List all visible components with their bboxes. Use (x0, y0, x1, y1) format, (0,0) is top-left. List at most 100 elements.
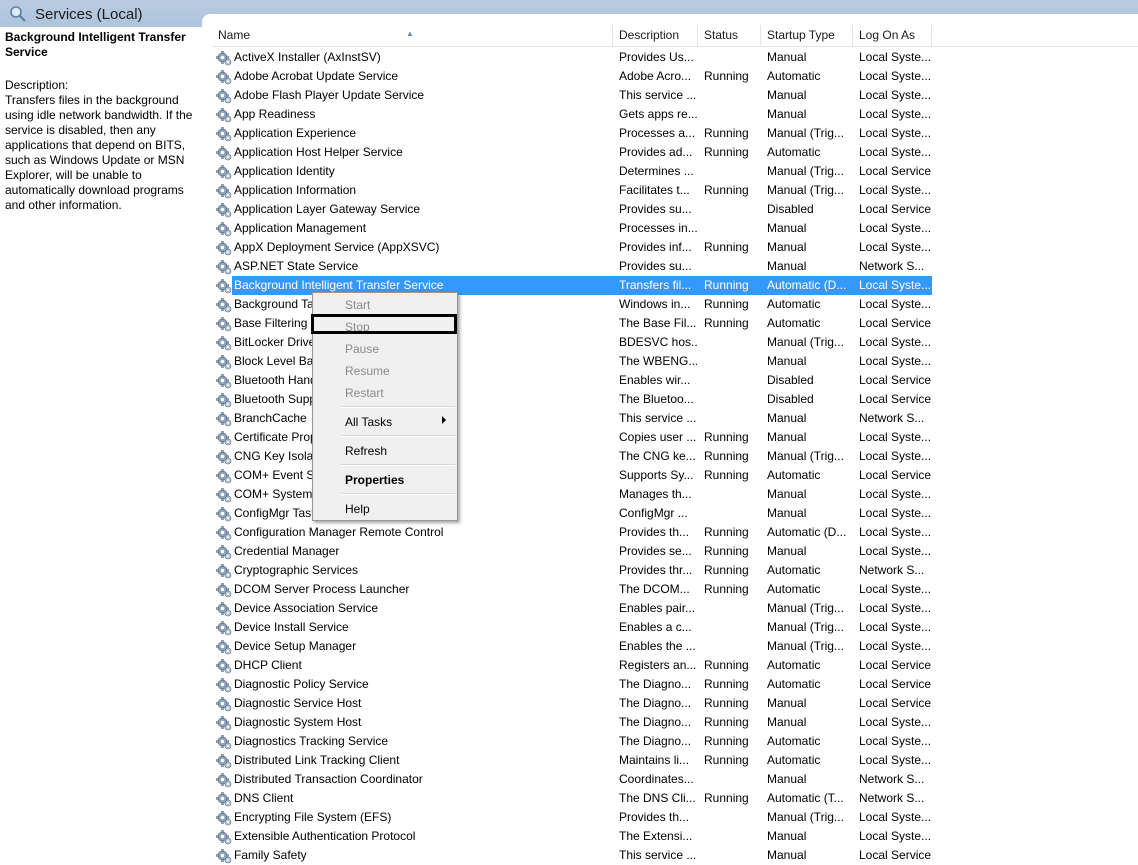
service-log-on-as: Local Syste... (859, 544, 932, 558)
service-status (704, 808, 764, 827)
service-description: This service ... (619, 88, 697, 102)
table-row[interactable]: Distributed Transaction Coordinator Coord… (212, 770, 1138, 789)
column-header-startup-type[interactable]: Startup Type (761, 25, 853, 46)
service-log-on-as: Local Syste... (859, 430, 932, 444)
column-header-status[interactable]: Status (698, 25, 761, 46)
menu-item-properties[interactable]: Properties (345, 472, 404, 488)
table-row[interactable]: ASP.NET State Service Provides su... Manua… (212, 257, 1138, 276)
service-description: Provides thr... (619, 563, 693, 577)
service-startup-type: Manual (Trig... (767, 126, 844, 140)
service-status: Running (704, 582, 749, 596)
service-startup-type: Manual (767, 848, 807, 862)
service-status: Running (704, 715, 749, 729)
table-header: Name ▲ Description Status Startup Type L… (212, 25, 1138, 47)
table-row[interactable]: Device Install Service Enables a c... Manu… (212, 618, 1138, 637)
column-header-name[interactable]: Name ▲ (212, 25, 613, 46)
service-log-on-as: Local Syste... (859, 582, 932, 596)
table-row[interactable]: DNS Client The DNS Cli... Running Automatic… (212, 789, 1138, 808)
service-startup-type: Manual (767, 259, 807, 273)
service-description: Enables pair... (619, 601, 696, 615)
service-status (704, 599, 764, 618)
service-startup-type: Automatic (767, 69, 821, 83)
menu-item-pause[interactable]: Pause (345, 341, 379, 357)
table-row[interactable]: ActiveX Installer (AxInstSV) Provides Us.… (212, 48, 1138, 67)
service-status (704, 48, 764, 67)
service-description: Processes in... (619, 221, 697, 235)
service-description: ConfigMgr ... (619, 506, 688, 520)
service-name: Adobe Flash Player Update Service (234, 88, 425, 102)
table-row[interactable]: DHCP Client Registers an... Running Automat… (212, 656, 1138, 675)
table-row[interactable]: Application Experience Processes a... Runn… (212, 124, 1138, 143)
table-row[interactable]: Diagnostic Policy Service The Diagno... Ru… (212, 675, 1138, 694)
service-description: The Base Fil... (619, 316, 697, 330)
table-row[interactable]: Application Identity Determines ... Manual… (212, 162, 1138, 181)
service-description: The CNG ke... (619, 449, 696, 463)
service-name: Family Safety (234, 848, 307, 862)
table-row[interactable]: Encrypting File System (EFS) Provides th.… (212, 808, 1138, 827)
table-row[interactable]: Configuration Manager Remote Control Prov… (212, 523, 1138, 542)
service-startup-type: Automatic (767, 677, 821, 691)
service-startup-type: Manual (767, 221, 807, 235)
service-name: App Readiness (234, 107, 316, 121)
table-row[interactable]: DCOM Server Process Launcher The DCOM... R… (212, 580, 1138, 599)
column-header-description[interactable]: Description (613, 25, 698, 46)
service-log-on-as: Local Service (859, 202, 932, 216)
table-row[interactable]: Diagnostics Tracking Service The Diagno..… (212, 732, 1138, 751)
service-startup-type: Manual (Trig... (767, 601, 844, 615)
table-row[interactable]: Credential Manager Provides se... Running M… (212, 542, 1138, 561)
service-name: Extensible Authentication Protocol (234, 829, 416, 843)
service-startup-type: Manual (Trig... (767, 639, 844, 653)
table-row[interactable]: Diagnostic System Host The Diagno... Runni… (212, 713, 1138, 732)
table-row[interactable]: Extensible Authentication Protocol The Ex… (212, 827, 1138, 846)
service-gear-icon (216, 259, 232, 275)
service-name: Device Setup Manager (234, 639, 357, 653)
table-row[interactable]: Device Setup Manager Enables the ... Manua… (212, 637, 1138, 656)
service-log-on-as: Local Syste... (859, 221, 932, 235)
table-row[interactable]: Device Association Service Enables pair..… (212, 599, 1138, 618)
service-description: The Diagno... (619, 696, 692, 710)
service-gear-icon (216, 753, 232, 769)
service-log-on-as: Local Syste... (859, 50, 932, 64)
table-row[interactable]: Adobe Acrobat Update Service Adobe Acro..… (212, 67, 1138, 86)
service-description: Gets apps re... (619, 107, 697, 121)
table-row[interactable]: Cryptographic Services Provides thr... Run… (212, 561, 1138, 580)
table-row[interactable]: AppX Deployment Service (AppXSVC) Provide… (212, 238, 1138, 257)
service-log-on-as: Local Service (859, 848, 932, 862)
service-status (704, 390, 764, 409)
menu-item-start[interactable]: Start (345, 297, 370, 313)
service-log-on-as: Local Syste... (859, 601, 932, 615)
column-header-log-on-as[interactable]: Log On As (853, 25, 932, 46)
service-description: Supports Sy... (619, 468, 694, 482)
table-row[interactable]: App Readiness Gets apps re... Manual Local … (212, 105, 1138, 124)
table-row[interactable]: Family Safety This service ... Manual Local… (212, 846, 1138, 865)
menu-item-refresh[interactable]: Refresh (345, 443, 387, 459)
service-description: Provides th... (619, 525, 690, 539)
service-name: Application Layer Gateway Service (234, 202, 421, 216)
service-description: The WBENG... (619, 354, 697, 368)
menu-item-resume[interactable]: Resume (345, 363, 390, 379)
service-description: Provides inf... (619, 240, 692, 254)
service-name: Diagnostics Tracking Service (234, 734, 389, 748)
table-row[interactable]: Adobe Flash Player Update Service This se… (212, 86, 1138, 105)
table-row[interactable]: Application Information Facilitates t... R… (212, 181, 1138, 200)
menu-item-restart[interactable]: Restart (345, 385, 384, 401)
service-gear-icon (216, 240, 232, 256)
menu-item-help[interactable]: Help (345, 501, 370, 517)
service-log-on-as: Local Syste... (859, 240, 932, 254)
table-row[interactable]: Application Host Helper Service Provides … (212, 143, 1138, 162)
table-row[interactable]: Application Layer Gateway Service Provide… (212, 200, 1138, 219)
service-description: The Diagno... (619, 715, 692, 729)
service-description: This service ... (619, 411, 697, 425)
service-log-on-as: Local Service (859, 658, 932, 672)
service-status (704, 257, 764, 276)
table-row[interactable]: Application Management Processes in... Man… (212, 219, 1138, 238)
service-status (704, 162, 764, 181)
service-status: Running (704, 677, 749, 691)
menu-item-all-tasks[interactable]: All Tasks (345, 414, 392, 430)
table-row[interactable]: Diagnostic Service Host The Diagno... Runn… (212, 694, 1138, 713)
service-startup-type: Disabled (767, 373, 814, 387)
service-startup-type: Manual (767, 430, 807, 444)
service-gear-icon (216, 639, 232, 655)
service-description: Provides th... (619, 810, 690, 824)
table-row[interactable]: Distributed Link Tracking Client Maintain… (212, 751, 1138, 770)
